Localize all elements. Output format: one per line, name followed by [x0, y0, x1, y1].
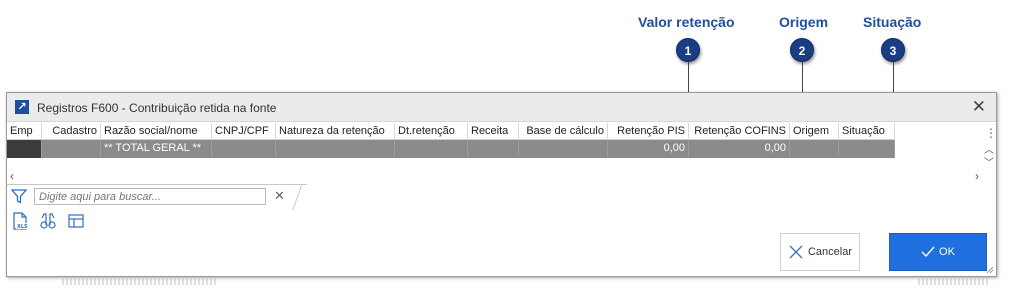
cell-cadastro [42, 140, 101, 158]
cell-origem [790, 140, 839, 158]
horizontal-scrollbar[interactable]: ‹ › [7, 169, 984, 183]
cell-razao-social: ** TOTAL GERAL ** [101, 140, 212, 158]
column-header-base-calculo[interactable]: Base de cálculo [519, 123, 608, 140]
cell-retencao-cofins: 0,00 [689, 140, 790, 158]
column-header-razao-social[interactable]: Razão social/nome [101, 123, 212, 140]
column-header-retencao-cofins[interactable]: Retenção COFINS [689, 123, 790, 140]
column-header-cnpj-cpf[interactable]: CNPJ/CPF [212, 123, 276, 140]
background-artifact [62, 277, 217, 285]
cell-situacao [839, 140, 895, 158]
column-header-cadastro[interactable]: Cadastro [42, 123, 101, 140]
search-input[interactable] [34, 188, 266, 205]
svg-text:XLS: XLS [17, 224, 28, 230]
filter-bar: ✕ [7, 184, 307, 210]
filter-divider [292, 184, 303, 210]
check-icon [921, 246, 935, 258]
callout-marker-1: 1 [676, 38, 700, 62]
grid-header-row: Emp Cadastro Razão social/nome CNPJ/CPF … [7, 123, 984, 140]
close-button[interactable]: ✕ [972, 98, 986, 116]
cell-retencao-pis: 0,00 [608, 140, 689, 158]
cell-emp [7, 140, 42, 158]
cell-receita [468, 140, 519, 158]
callout-marker-3: 3 [881, 38, 905, 62]
cell-base-calculo [519, 140, 608, 158]
xls-export-icon[interactable]: XLS [11, 212, 29, 230]
column-header-origem[interactable]: Origem [790, 123, 839, 140]
column-header-situacao[interactable]: Situação [839, 123, 895, 140]
layout-icon[interactable] [67, 212, 85, 230]
vertical-scrollbar[interactable]: ⋮ ︿ ﹀ [982, 123, 997, 183]
callout-label-valor-retencao: Valor retenção [638, 14, 735, 30]
column-menu-icon[interactable]: ⋮ [985, 127, 997, 139]
column-header-dt-retencao[interactable]: Dt.retenção [395, 123, 468, 140]
cancel-button-label: Cancelar [807, 246, 853, 258]
scroll-right-icon[interactable]: › [975, 169, 979, 183]
callout-marker-2: 2 [790, 38, 814, 62]
scroll-down-icon[interactable]: ﹀ [984, 154, 994, 169]
column-header-emp[interactable]: Emp [7, 123, 42, 140]
arrow-up-right-icon: ↗ [15, 100, 29, 114]
ok-button[interactable]: OK [889, 233, 987, 271]
clear-search-icon[interactable]: ✕ [274, 188, 285, 204]
cell-natureza-retencao [276, 140, 395, 158]
column-header-receita[interactable]: Receita [468, 123, 519, 140]
toolbar: XLS [11, 212, 85, 230]
column-header-natureza-retencao[interactable]: Natureza da retenção [276, 123, 395, 140]
title-bar[interactable]: ↗ Registros F600 - Contribuição retida n… [7, 93, 996, 122]
table-row-total[interactable]: ** TOTAL GERAL ** 0,00 0,00 [7, 140, 984, 158]
resize-grip-icon[interactable] [986, 266, 994, 274]
callout-label-situacao: Situação [863, 14, 922, 30]
ok-button-label: OK [939, 246, 955, 258]
callout-label-origem: Origem [779, 14, 829, 30]
dialog-window: ↗ Registros F600 - Contribuição retida n… [6, 92, 997, 277]
close-icon [789, 245, 803, 259]
window-title: Registros F600 - Contribuição retida na … [37, 101, 277, 115]
funnel-icon[interactable] [11, 189, 27, 204]
scroll-left-icon[interactable]: ‹ [10, 169, 14, 183]
cancel-button[interactable]: Cancelar [780, 233, 860, 271]
binoculars-icon[interactable] [39, 212, 57, 230]
records-grid: Emp Cadastro Razão social/nome CNPJ/CPF … [7, 123, 984, 158]
cell-cnpj-cpf [212, 140, 276, 158]
column-header-retencao-pis[interactable]: Retenção PIS [608, 123, 689, 140]
cell-dt-retencao [395, 140, 468, 158]
background-artifact [918, 277, 990, 285]
